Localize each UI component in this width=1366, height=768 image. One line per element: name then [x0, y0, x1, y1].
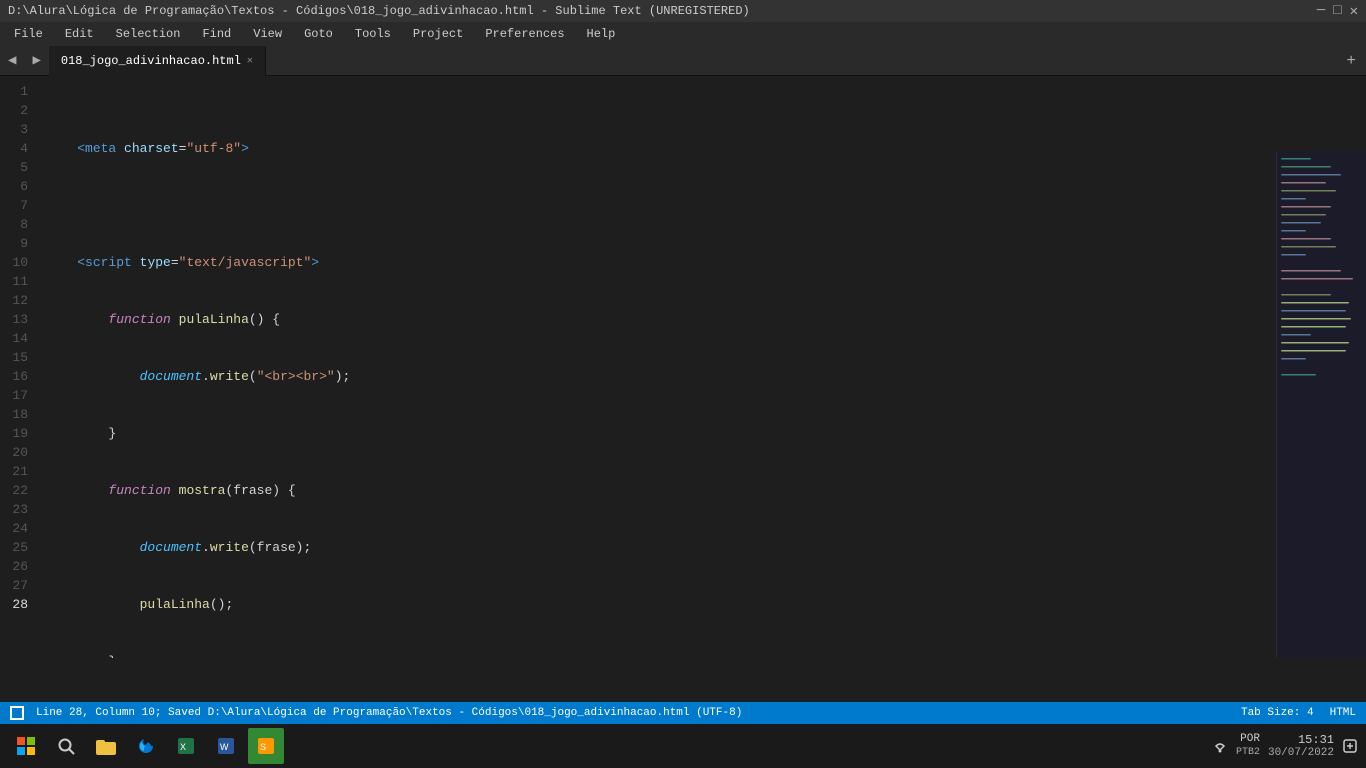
line-num-9: 9 — [4, 234, 34, 253]
file-explorer-icon — [95, 737, 117, 755]
line-num-1: 1 — [4, 82, 34, 101]
code-line-2 — [46, 196, 1362, 215]
title-text: D:\Alura\Lógica de Programação\Textos - … — [8, 4, 750, 18]
line-num-7: 7 — [4, 196, 34, 215]
menu-goto[interactable]: Goto — [294, 25, 343, 43]
code-content[interactable]: <meta charset="utf-8"> <script type="tex… — [42, 76, 1366, 658]
start-button[interactable] — [8, 728, 44, 764]
line-num-26: 26 — [4, 557, 34, 576]
tab-nav-left[interactable]: ◀ — [0, 48, 24, 73]
code-line-7: function mostra(frase) { — [46, 481, 1362, 500]
editor: 1 2 3 4 5 6 7 8 9 10 11 12 13 14 15 16 1… — [0, 76, 1366, 658]
line-num-22: 22 — [4, 481, 34, 500]
taskbar: X W S POR PTB2 — [0, 724, 1366, 768]
system-clock: 15:31 30/07/2022 — [1268, 733, 1334, 759]
line-num-14: 14 — [4, 329, 34, 348]
word-button[interactable]: W — [208, 728, 244, 764]
menu-preferences[interactable]: Preferences — [475, 25, 574, 43]
sublime-text-button[interactable]: S — [248, 728, 284, 764]
line-num-15: 15 — [4, 348, 34, 367]
line-num-23: 23 — [4, 500, 34, 519]
tab-close-icon[interactable]: ✕ — [247, 55, 253, 67]
status-right: Tab Size: 4 HTML — [1241, 707, 1356, 719]
line-num-18: 18 — [4, 405, 34, 424]
menu-tools[interactable]: Tools — [345, 25, 401, 43]
line-num-21: 21 — [4, 462, 34, 481]
excel-icon: X — [176, 736, 196, 756]
file-explorer-button[interactable] — [88, 728, 124, 764]
status-text: Line 28, Column 10; Saved D:\Alura\Lógic… — [36, 707, 742, 719]
tab-file[interactable]: 018_jogo_adivinhacao.html ✕ — [49, 46, 266, 76]
lang-indicator: POR PTB2 — [1236, 732, 1260, 760]
code-line-4: function pulaLinha() { — [46, 310, 1362, 329]
system-tray: POR PTB2 15:31 30/07/2022 — [1212, 732, 1358, 760]
tab-size-label[interactable]: Tab Size: 4 — [1241, 707, 1314, 719]
line-num-24: 24 — [4, 519, 34, 538]
code-line-6: } — [46, 424, 1362, 443]
svg-text:S: S — [260, 742, 266, 752]
line-num-27: 27 — [4, 576, 34, 595]
status-left: Line 28, Column 10; Saved D:\Alura\Lógic… — [10, 706, 742, 720]
lang-label[interactable]: HTML — [1330, 707, 1356, 719]
search-button[interactable] — [48, 728, 84, 764]
taskbar-right: POR PTB2 15:31 30/07/2022 — [1212, 732, 1358, 760]
tab-add-button[interactable]: + — [1336, 48, 1366, 74]
line-numbers: 1 2 3 4 5 6 7 8 9 10 11 12 13 14 15 16 1… — [0, 76, 42, 658]
menu-view[interactable]: View — [243, 25, 292, 43]
code-line-5: document.write("<br><br>"); — [46, 367, 1362, 386]
menu-find[interactable]: Find — [192, 25, 241, 43]
line-num-2: 2 — [4, 101, 34, 120]
status-bar: Line 28, Column 10; Saved D:\Alura\Lógic… — [0, 702, 1366, 724]
line-num-25: 25 — [4, 538, 34, 557]
notification-icon — [1342, 738, 1358, 754]
maximize-button[interactable]: □ — [1333, 3, 1341, 20]
menu-file[interactable]: File — [4, 25, 53, 43]
menu-project[interactable]: Project — [403, 25, 473, 43]
line-num-16: 16 — [4, 367, 34, 386]
svg-text:W: W — [220, 742, 229, 752]
line-num-4: 4 — [4, 139, 34, 158]
tab-label: 018_jogo_adivinhacao.html — [61, 54, 241, 68]
menu-help[interactable]: Help — [577, 25, 626, 43]
edge-icon — [136, 736, 156, 756]
line-num-12: 12 — [4, 291, 34, 310]
close-button[interactable]: ✕ — [1350, 3, 1358, 20]
line-num-8: 8 — [4, 215, 34, 234]
line-num-11: 11 — [4, 272, 34, 291]
taskbar-left: X W S — [8, 728, 284, 764]
sublime-icon: S — [256, 736, 276, 756]
line-num-17: 17 — [4, 386, 34, 405]
line-num-10: 10 — [4, 253, 34, 272]
status-indicator — [10, 706, 24, 720]
menu-selection[interactable]: Selection — [106, 25, 191, 43]
line-num-28: 28 — [4, 595, 34, 614]
excel-button[interactable]: X — [168, 728, 204, 764]
tab-bar: ◀ ▶ 018_jogo_adivinhacao.html ✕ + — [0, 46, 1366, 76]
code-line-1: <meta charset="utf-8"> — [46, 139, 1362, 158]
code-line-10: } — [46, 652, 1362, 658]
menu-edit[interactable]: Edit — [55, 25, 104, 43]
line-num-13: 13 — [4, 310, 34, 329]
wifi-icon — [1212, 738, 1228, 754]
menu-bar: File Edit Selection Find View Goto Tools… — [0, 22, 1366, 46]
minimize-button[interactable]: ─ — [1317, 3, 1325, 20]
edge-button[interactable] — [128, 728, 164, 764]
line-num-6: 6 — [4, 177, 34, 196]
search-icon — [57, 737, 75, 755]
windows-logo-icon — [17, 737, 35, 755]
tab-nav-right[interactable]: ▶ — [24, 48, 48, 73]
code-line-8: document.write(frase); — [46, 538, 1362, 557]
minimap-visual — [1277, 152, 1366, 658]
svg-text:X: X — [180, 742, 186, 752]
code-line-9: pulaLinha(); — [46, 595, 1362, 614]
title-bar: D:\Alura\Lógica de Programação\Textos - … — [0, 0, 1366, 22]
minimap — [1276, 152, 1366, 658]
line-num-19: 19 — [4, 424, 34, 443]
line-num-5: 5 — [4, 158, 34, 177]
line-num-20: 20 — [4, 443, 34, 462]
code-line-3: <script type="text/javascript"> — [46, 253, 1362, 272]
line-num-3: 3 — [4, 120, 34, 139]
word-icon: W — [216, 736, 236, 756]
